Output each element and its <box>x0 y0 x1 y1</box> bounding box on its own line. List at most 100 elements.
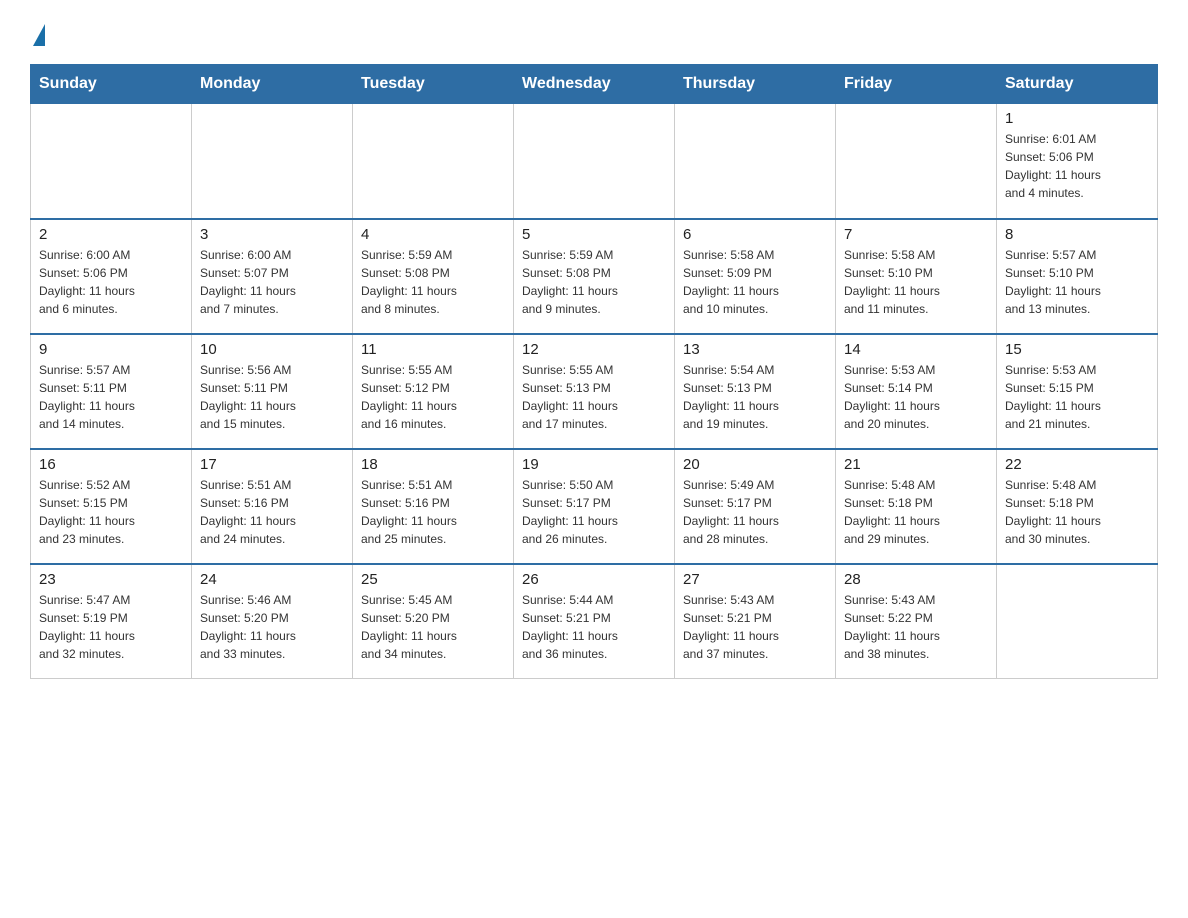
calendar-cell: 19 Sunrise: 5:50 AM Sunset: 5:17 PM Dayli… <box>514 449 675 564</box>
week-row-1: 1 Sunrise: 6:01 AM Sunset: 5:06 PM Daylig… <box>31 104 1158 219</box>
day-info: Sunrise: 5:59 AM Sunset: 5:08 PM Dayligh… <box>522 246 666 318</box>
day-number: 4 <box>361 226 505 243</box>
day-number: 13 <box>683 341 827 358</box>
day-header-friday: Friday <box>836 65 997 104</box>
day-info: Sunrise: 5:55 AM Sunset: 5:13 PM Dayligh… <box>522 361 666 433</box>
day-info: Sunrise: 5:43 AM Sunset: 5:22 PM Dayligh… <box>844 591 988 663</box>
calendar-cell: 6 Sunrise: 5:58 AM Sunset: 5:09 PM Daylig… <box>675 219 836 334</box>
day-info: Sunrise: 5:52 AM Sunset: 5:15 PM Dayligh… <box>39 476 183 548</box>
day-info: Sunrise: 5:58 AM Sunset: 5:10 PM Dayligh… <box>844 246 988 318</box>
calendar-cell: 1 Sunrise: 6:01 AM Sunset: 5:06 PM Daylig… <box>997 104 1158 219</box>
day-info: Sunrise: 5:43 AM Sunset: 5:21 PM Dayligh… <box>683 591 827 663</box>
calendar-cell: 7 Sunrise: 5:58 AM Sunset: 5:10 PM Daylig… <box>836 219 997 334</box>
day-info: Sunrise: 5:53 AM Sunset: 5:15 PM Dayligh… <box>1005 361 1149 433</box>
day-number: 21 <box>844 456 988 473</box>
day-number: 24 <box>200 571 344 588</box>
day-number: 27 <box>683 571 827 588</box>
day-number: 26 <box>522 571 666 588</box>
week-row-2: 2 Sunrise: 6:00 AM Sunset: 5:06 PM Daylig… <box>31 219 1158 334</box>
day-number: 6 <box>683 226 827 243</box>
calendar-cell: 27 Sunrise: 5:43 AM Sunset: 5:21 PM Dayli… <box>675 564 836 679</box>
calendar-cell: 21 Sunrise: 5:48 AM Sunset: 5:18 PM Dayli… <box>836 449 997 564</box>
day-header-saturday: Saturday <box>997 65 1158 104</box>
logo <box>30 20 45 44</box>
calendar-cell: 2 Sunrise: 6:00 AM Sunset: 5:06 PM Daylig… <box>31 219 192 334</box>
day-number: 12 <box>522 341 666 358</box>
day-info: Sunrise: 5:53 AM Sunset: 5:14 PM Dayligh… <box>844 361 988 433</box>
day-info: Sunrise: 5:48 AM Sunset: 5:18 PM Dayligh… <box>844 476 988 548</box>
calendar-cell <box>353 104 514 219</box>
page-header <box>30 20 1158 44</box>
calendar-cell: 16 Sunrise: 5:52 AM Sunset: 5:15 PM Dayli… <box>31 449 192 564</box>
day-number: 17 <box>200 456 344 473</box>
day-number: 16 <box>39 456 183 473</box>
day-number: 14 <box>844 341 988 358</box>
day-info: Sunrise: 5:48 AM Sunset: 5:18 PM Dayligh… <box>1005 476 1149 548</box>
day-number: 9 <box>39 341 183 358</box>
calendar-cell: 9Sunrise: 5:57 AM Sunset: 5:11 PM Daylig… <box>31 334 192 449</box>
calendar-cell <box>31 104 192 219</box>
calendar-cell: 12 Sunrise: 5:55 AM Sunset: 5:13 PM Dayli… <box>514 334 675 449</box>
calendar-cell: 8 Sunrise: 5:57 AM Sunset: 5:10 PM Daylig… <box>997 219 1158 334</box>
day-number: 2 <box>39 226 183 243</box>
calendar-cell <box>675 104 836 219</box>
calendar-cell: 24 Sunrise: 5:46 AM Sunset: 5:20 PM Dayli… <box>192 564 353 679</box>
calendar-cell <box>192 104 353 219</box>
day-number: 1 <box>1005 110 1149 127</box>
day-info: Sunrise: 5:59 AM Sunset: 5:08 PM Dayligh… <box>361 246 505 318</box>
day-number: 25 <box>361 571 505 588</box>
day-number: 10 <box>200 341 344 358</box>
calendar-cell: 17 Sunrise: 5:51 AM Sunset: 5:16 PM Dayli… <box>192 449 353 564</box>
day-number: 23 <box>39 571 183 588</box>
day-number: 20 <box>683 456 827 473</box>
week-row-4: 16 Sunrise: 5:52 AM Sunset: 5:15 PM Dayli… <box>31 449 1158 564</box>
day-number: 22 <box>1005 456 1149 473</box>
calendar-cell <box>514 104 675 219</box>
calendar-cell: 5 Sunrise: 5:59 AM Sunset: 5:08 PM Daylig… <box>514 219 675 334</box>
day-number: 3 <box>200 226 344 243</box>
day-number: 19 <box>522 456 666 473</box>
logo-triangle-icon <box>33 24 45 46</box>
calendar-cell: 18 Sunrise: 5:51 AM Sunset: 5:16 PM Dayli… <box>353 449 514 564</box>
calendar-header-row: SundayMondayTuesdayWednesdayThursdayFrid… <box>31 65 1158 104</box>
calendar-cell: 25 Sunrise: 5:45 AM Sunset: 5:20 PM Dayli… <box>353 564 514 679</box>
calendar-cell: 26 Sunrise: 5:44 AM Sunset: 5:21 PM Dayli… <box>514 564 675 679</box>
day-header-thursday: Thursday <box>675 65 836 104</box>
day-info: Sunrise: 6:01 AM Sunset: 5:06 PM Dayligh… <box>1005 130 1149 202</box>
day-header-sunday: Sunday <box>31 65 192 104</box>
day-number: 15 <box>1005 341 1149 358</box>
day-info: Sunrise: 5:49 AM Sunset: 5:17 PM Dayligh… <box>683 476 827 548</box>
calendar-cell: 14 Sunrise: 5:53 AM Sunset: 5:14 PM Dayli… <box>836 334 997 449</box>
day-info: Sunrise: 5:58 AM Sunset: 5:09 PM Dayligh… <box>683 246 827 318</box>
day-number: 5 <box>522 226 666 243</box>
calendar-cell: 3 Sunrise: 6:00 AM Sunset: 5:07 PM Daylig… <box>192 219 353 334</box>
day-info: Sunrise: 5:54 AM Sunset: 5:13 PM Dayligh… <box>683 361 827 433</box>
day-number: 28 <box>844 571 988 588</box>
calendar-cell: 11Sunrise: 5:55 AM Sunset: 5:12 PM Dayli… <box>353 334 514 449</box>
calendar-cell: 20 Sunrise: 5:49 AM Sunset: 5:17 PM Dayli… <box>675 449 836 564</box>
day-info: Sunrise: 6:00 AM Sunset: 5:06 PM Dayligh… <box>39 246 183 318</box>
day-info: Sunrise: 5:55 AM Sunset: 5:12 PM Dayligh… <box>361 361 505 433</box>
day-info: Sunrise: 5:46 AM Sunset: 5:20 PM Dayligh… <box>200 591 344 663</box>
day-number: 8 <box>1005 226 1149 243</box>
week-row-3: 9Sunrise: 5:57 AM Sunset: 5:11 PM Daylig… <box>31 334 1158 449</box>
calendar-cell: 10 Sunrise: 5:56 AM Sunset: 5:11 PM Dayli… <box>192 334 353 449</box>
day-header-monday: Monday <box>192 65 353 104</box>
calendar-cell: 4 Sunrise: 5:59 AM Sunset: 5:08 PM Daylig… <box>353 219 514 334</box>
day-number: 7 <box>844 226 988 243</box>
day-info: Sunrise: 5:57 AM Sunset: 5:10 PM Dayligh… <box>1005 246 1149 318</box>
day-info: Sunrise: 5:50 AM Sunset: 5:17 PM Dayligh… <box>522 476 666 548</box>
calendar-cell: 28 Sunrise: 5:43 AM Sunset: 5:22 PM Dayli… <box>836 564 997 679</box>
day-header-wednesday: Wednesday <box>514 65 675 104</box>
calendar-cell: 22 Sunrise: 5:48 AM Sunset: 5:18 PM Dayli… <box>997 449 1158 564</box>
day-info: Sunrise: 5:51 AM Sunset: 5:16 PM Dayligh… <box>361 476 505 548</box>
day-number: 18 <box>361 456 505 473</box>
calendar-cell: 23 Sunrise: 5:47 AM Sunset: 5:19 PM Dayli… <box>31 564 192 679</box>
day-info: Sunrise: 5:47 AM Sunset: 5:19 PM Dayligh… <box>39 591 183 663</box>
day-info: Sunrise: 6:00 AM Sunset: 5:07 PM Dayligh… <box>200 246 344 318</box>
day-info: Sunrise: 5:45 AM Sunset: 5:20 PM Dayligh… <box>361 591 505 663</box>
day-info: Sunrise: 5:56 AM Sunset: 5:11 PM Dayligh… <box>200 361 344 433</box>
day-info: Sunrise: 5:51 AM Sunset: 5:16 PM Dayligh… <box>200 476 344 548</box>
day-info: Sunrise: 5:44 AM Sunset: 5:21 PM Dayligh… <box>522 591 666 663</box>
day-header-tuesday: Tuesday <box>353 65 514 104</box>
